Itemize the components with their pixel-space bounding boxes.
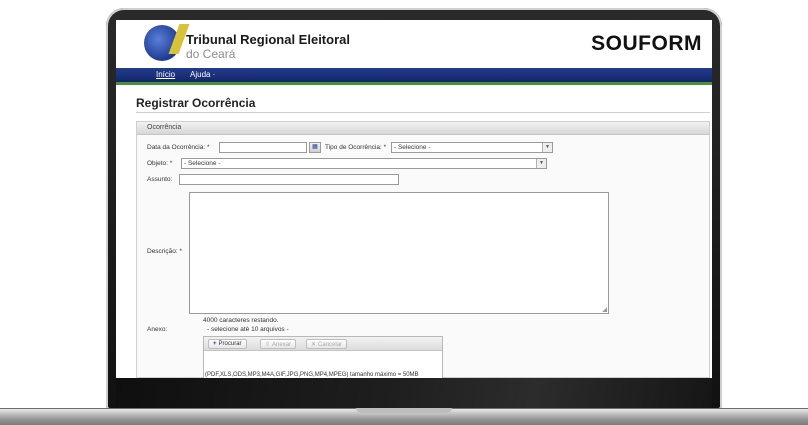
browse-button-label: Procurar bbox=[218, 341, 242, 347]
nav-item-inicio[interactable]: Início bbox=[156, 70, 175, 79]
chars-remaining: 4000 caracteres restando. bbox=[203, 317, 279, 324]
attach-button-label: Anexar bbox=[272, 342, 292, 348]
description-textarea[interactable] bbox=[189, 192, 609, 314]
panel-title: Ocorrência bbox=[147, 124, 182, 131]
attach-button[interactable]: ⇧ Anexar bbox=[260, 339, 297, 349]
app-name: SOUFORM bbox=[591, 32, 702, 55]
browse-button[interactable]: + Procurar bbox=[208, 339, 247, 349]
date-input[interactable] bbox=[219, 142, 307, 153]
object-select-value: - Selecione - bbox=[184, 160, 221, 167]
subject-label: Assunto: bbox=[147, 176, 173, 183]
chevron-down-icon: ▼ bbox=[542, 143, 552, 152]
resize-handle-icon[interactable] bbox=[602, 307, 607, 312]
nav-bar: Início Ajuda · bbox=[116, 68, 712, 82]
plus-icon: + bbox=[213, 341, 217, 347]
upload-toolbar: + Procurar ⇧ Anexar ✕ Cancelar bbox=[204, 337, 442, 351]
title-divider bbox=[136, 112, 710, 113]
attachment-label: Anexo: bbox=[147, 326, 168, 333]
cancel-button[interactable]: ✕ Cancelar bbox=[306, 339, 348, 349]
app-header: Tribunal Regional Eleitoral do Ceará SOU… bbox=[116, 20, 712, 68]
close-icon: ✕ bbox=[311, 342, 317, 348]
nav-accent-bar bbox=[116, 82, 712, 85]
keyboard-reflection bbox=[116, 378, 712, 408]
chevron-down-icon: ▼ bbox=[536, 159, 546, 168]
laptop-notch bbox=[356, 408, 452, 413]
type-select[interactable]: - Selecione - ▼ bbox=[391, 142, 553, 153]
object-label: Objeto: * bbox=[147, 160, 173, 167]
occurrence-panel: Ocorrência Data da Ocorrência: * ▦ Tipo … bbox=[136, 121, 710, 378]
org-name: Tribunal Regional Eleitoral bbox=[186, 32, 350, 47]
type-select-value: - Selecione - bbox=[394, 144, 431, 151]
cancel-button-label: Cancelar bbox=[318, 342, 343, 348]
attachment-hint: - selecione até 10 arquivos - bbox=[207, 326, 289, 333]
date-label: Data da Ocorrência: * bbox=[147, 144, 210, 151]
subject-input[interactable] bbox=[179, 174, 399, 185]
page-title: Registrar Ocorrência bbox=[136, 96, 256, 110]
org-subtitle: do Ceará bbox=[186, 47, 236, 61]
screen: Tribunal Regional Eleitoral do Ceará SOU… bbox=[116, 20, 712, 378]
panel-header: Ocorrência bbox=[137, 122, 709, 135]
upload-icon: ⇧ bbox=[265, 342, 271, 348]
nav-item-ajuda[interactable]: Ajuda · bbox=[190, 70, 215, 79]
type-label: Tipo de Ocorrência: * bbox=[325, 144, 387, 151]
calendar-icon[interactable]: ▦ bbox=[309, 142, 321, 153]
description-label: Descrição: * bbox=[147, 248, 183, 255]
object-select[interactable]: - Selecione - ▼ bbox=[181, 158, 547, 169]
